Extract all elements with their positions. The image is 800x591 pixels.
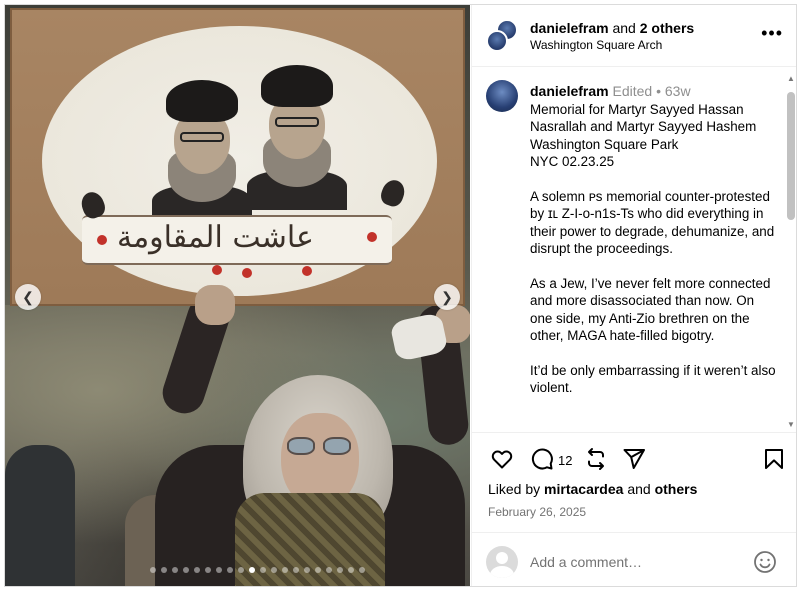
emoji-button[interactable] bbox=[753, 550, 777, 574]
carousel-dot bbox=[183, 567, 189, 573]
carousel-dot bbox=[282, 567, 288, 573]
carousel-dot bbox=[249, 567, 255, 573]
likes-summary: Liked by mirtacardea and others bbox=[488, 481, 698, 497]
post-media[interactable]: عاشت المقاومة ❮ ❯ bbox=[5, 5, 470, 586]
action-bar: 12 bbox=[472, 435, 796, 475]
caption-scroll-area[interactable]: danielefram Edited • 63w Memorial for Ma… bbox=[472, 68, 796, 433]
background-person bbox=[5, 445, 75, 586]
scrollbar[interactable]: ▲ ▼ bbox=[787, 74, 795, 429]
carousel-next-button[interactable]: ❯ bbox=[434, 284, 460, 310]
portrait-left bbox=[152, 80, 252, 225]
share-button[interactable] bbox=[622, 447, 648, 473]
carousel-dot bbox=[216, 567, 222, 573]
carousel-dot bbox=[150, 567, 156, 573]
portrait-right bbox=[247, 65, 347, 210]
chevron-right-icon: ❯ bbox=[441, 288, 453, 305]
carousel-dot bbox=[238, 567, 244, 573]
caption-text: Memorial for Martyr Sayyed Hassan Nasral… bbox=[530, 101, 780, 414]
edited-label: Edited bbox=[612, 83, 653, 99]
carousel-dot bbox=[194, 567, 200, 573]
more-options-button[interactable]: ••• bbox=[761, 23, 783, 44]
others-link[interactable]: 2 others bbox=[640, 20, 694, 36]
collab-authors: danielefram and 2 others bbox=[530, 20, 695, 36]
carousel-dot bbox=[172, 567, 178, 573]
carousel-indicator bbox=[150, 567, 365, 573]
flower-icon bbox=[97, 235, 107, 245]
hand bbox=[195, 285, 235, 325]
carousel-dot bbox=[326, 567, 332, 573]
flower-icon bbox=[212, 265, 222, 275]
protest-sign: عاشت المقاومة bbox=[10, 8, 465, 306]
sign-text: عاشت المقاومة bbox=[117, 220, 314, 255]
flower-icon bbox=[242, 268, 252, 278]
share-icon bbox=[623, 449, 645, 469]
avatar bbox=[486, 546, 518, 578]
chevron-left-icon: ❮ bbox=[22, 288, 34, 305]
carousel-dot bbox=[315, 567, 321, 573]
likers-others-link[interactable]: others bbox=[655, 481, 698, 497]
liker-link[interactable]: mirtacardea bbox=[544, 481, 623, 497]
carousel-dot bbox=[205, 567, 211, 573]
carousel-dot bbox=[161, 567, 167, 573]
location-link[interactable]: Washington Square Arch bbox=[530, 38, 662, 52]
comment-button[interactable] bbox=[530, 447, 556, 473]
comment-composer bbox=[472, 532, 796, 586]
like-button[interactable] bbox=[490, 447, 516, 473]
more-horizontal-icon: ••• bbox=[761, 23, 783, 43]
save-button[interactable] bbox=[762, 447, 788, 473]
carousel-dot bbox=[260, 567, 266, 573]
emoji-smile-icon bbox=[754, 551, 776, 573]
comment-input[interactable] bbox=[530, 551, 740, 573]
carousel-dot bbox=[337, 567, 343, 573]
caption-paragraph: As a Jew, I’ve never felt more connected… bbox=[530, 276, 771, 344]
post-dialog: عاشت المقاومة ❮ ❯ danielefram and 2 othe… bbox=[4, 4, 797, 587]
scroll-down-arrow[interactable]: ▼ bbox=[787, 420, 795, 429]
caption-paragraph: A solemn ᴘs memorial counter-protested b… bbox=[530, 189, 775, 257]
carousel-dot bbox=[293, 567, 299, 573]
post-header: danielefram and 2 others Washington Squa… bbox=[472, 5, 796, 67]
scroll-up-arrow[interactable]: ▲ bbox=[787, 74, 795, 83]
carousel-dot bbox=[348, 567, 354, 573]
carousel-dot bbox=[227, 567, 233, 573]
flower-icon bbox=[367, 232, 377, 242]
caption-paragraph: Memorial for Martyr Sayyed Hassan Nasral… bbox=[530, 102, 757, 170]
repost-button[interactable] bbox=[584, 447, 610, 473]
heart-icon bbox=[491, 450, 513, 469]
scrollbar-thumb[interactable] bbox=[787, 92, 795, 220]
comment-icon bbox=[531, 448, 553, 470]
carousel-dot bbox=[304, 567, 310, 573]
bookmark-icon bbox=[765, 449, 783, 469]
carousel-dot bbox=[359, 567, 365, 573]
carousel-prev-button[interactable]: ❮ bbox=[15, 284, 41, 310]
caption-header: danielefram Edited • 63w bbox=[530, 83, 691, 99]
avatar[interactable] bbox=[486, 19, 520, 53]
avatar[interactable] bbox=[486, 80, 518, 112]
post-age[interactable]: 63w bbox=[665, 83, 691, 99]
sunglasses bbox=[287, 437, 353, 455]
caption-username[interactable]: danielefram bbox=[530, 83, 609, 99]
carousel-dot bbox=[271, 567, 277, 573]
comment-count: 12 bbox=[558, 453, 573, 468]
author-link[interactable]: danielefram bbox=[530, 20, 609, 36]
caption-paragraph: It’d be only embarrassing if it weren’t … bbox=[530, 363, 776, 396]
flower-icon bbox=[302, 266, 312, 276]
repost-icon bbox=[588, 448, 604, 470]
post-date[interactable]: February 26, 2025 bbox=[488, 505, 586, 519]
post-panel: danielefram and 2 others Washington Squa… bbox=[471, 5, 796, 586]
